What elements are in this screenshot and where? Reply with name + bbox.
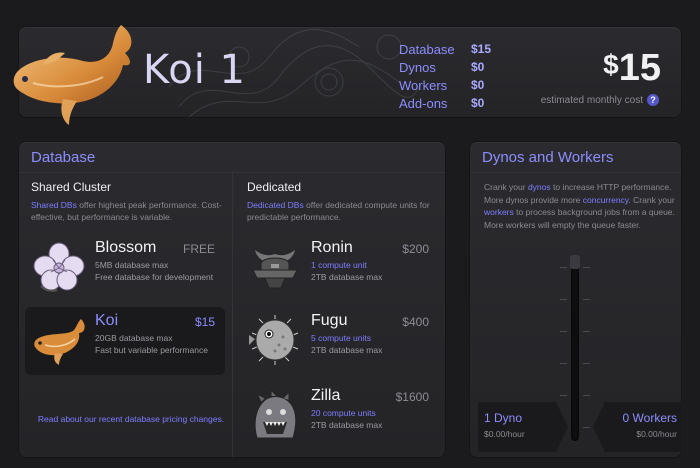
plan-zilla[interactable]: Zilla $1600 20 compute units 2TB databas… bbox=[241, 382, 439, 450]
app-name: Koi 1 bbox=[143, 47, 246, 93]
slider-tick bbox=[583, 331, 590, 332]
plan-detail: Free database for development bbox=[95, 272, 214, 282]
summary-row-workers: Workers $0 bbox=[399, 76, 491, 94]
worker-count-box[interactable]: 0 Workers $0.00/hour bbox=[605, 402, 677, 452]
summary-row-dynos: Dynos $0 bbox=[399, 58, 491, 76]
dyno-count: 1 Dyno bbox=[484, 411, 523, 425]
slider-tick bbox=[560, 331, 567, 332]
slider-tick bbox=[560, 299, 567, 300]
plan-detail: 2TB database max bbox=[311, 420, 383, 430]
plan-ronin[interactable]: Ronin $200 1 compute unit 2TB database m… bbox=[241, 234, 439, 302]
plan-detail: 2TB database max bbox=[311, 272, 383, 282]
summary-value: $0 bbox=[471, 96, 485, 110]
dyno-worker-slider[interactable] bbox=[570, 255, 580, 441]
summary-value: $15 bbox=[471, 42, 492, 56]
summary-label: Add-ons bbox=[399, 95, 448, 111]
slider-tick bbox=[560, 267, 567, 268]
slider-handle[interactable] bbox=[570, 255, 580, 269]
slider-tick bbox=[583, 395, 590, 396]
currency-symbol: $ bbox=[603, 49, 619, 80]
dynos-workers-panel: Dynos and Workers Crank your dynos to in… bbox=[469, 141, 683, 458]
pricing-changes-link[interactable]: Read about our recent database pricing c… bbox=[31, 414, 231, 425]
summary-value: $0 bbox=[471, 60, 485, 74]
shared-cluster-description: Shared DBs offer highest peak performanc… bbox=[31, 199, 223, 223]
dedicated-description: Dedicated DBs offer dedicated compute un… bbox=[247, 199, 439, 223]
plan-price: $400 bbox=[402, 315, 429, 329]
estimated-cost-caption: estimated monthly cost ? bbox=[541, 94, 659, 106]
estimated-label: estimated monthly cost bbox=[540, 94, 643, 106]
shared-dbs-link[interactable]: Shared DBs bbox=[31, 200, 77, 210]
slider-tick bbox=[583, 427, 590, 428]
dynos-link[interactable]: dynos bbox=[528, 182, 551, 192]
plan-name: Blossom bbox=[95, 239, 157, 256]
plan-detail: 20GB database max bbox=[95, 333, 173, 343]
koi-logo-icon bbox=[13, 25, 132, 125]
dyno-price: $0.00/hour bbox=[484, 429, 525, 439]
plan-name: Fugu bbox=[311, 312, 348, 329]
slider-tick bbox=[583, 267, 590, 268]
database-panel: Database Shared Cluster Shared DBs offer… bbox=[18, 141, 446, 458]
total-amount: 15 bbox=[618, 47, 661, 89]
plan-detail: 5MB database max bbox=[95, 260, 169, 270]
plan-price: $15 bbox=[194, 315, 215, 329]
dynos-panel-title: Dynos and Workers bbox=[482, 149, 614, 166]
plan-koi[interactable]: Koi $15 20GB database max Fast but varia… bbox=[25, 307, 225, 375]
slider-tick bbox=[560, 395, 567, 396]
column-divider bbox=[232, 173, 233, 457]
summary-label: Workers bbox=[399, 77, 448, 93]
plan-price: $1600 bbox=[395, 390, 429, 404]
app-header: Koi 1 Database $15 Dynos $0 Workers $0 A… bbox=[13, 25, 682, 125]
plan-detail: 1 compute unit bbox=[311, 260, 367, 270]
plan-detail: 5 compute units bbox=[311, 333, 372, 343]
shared-cluster-heading: Shared Cluster bbox=[31, 180, 112, 194]
dyno-count-box[interactable]: 1 Dyno $0.00/hour bbox=[478, 402, 558, 452]
plan-detail: 2TB database max bbox=[311, 345, 383, 355]
desc-text: . Crank your bbox=[628, 194, 675, 205]
plan-name: Koi bbox=[95, 312, 119, 329]
plan-blossom[interactable]: Blossom FREE 5MB database max Free datab… bbox=[25, 234, 225, 302]
blossom-icon bbox=[33, 242, 85, 292]
slider-tick bbox=[560, 363, 567, 364]
slider-tick bbox=[583, 363, 590, 364]
summary-row-database: Database $15 bbox=[399, 40, 491, 58]
cost-summary: Database $15 Dynos $0 Workers $0 Add-ons… bbox=[399, 40, 491, 112]
divider bbox=[470, 172, 681, 173]
dynos-description: Crank your dynos to increase HTTP perfor… bbox=[484, 181, 676, 231]
database-panel-title: Database bbox=[31, 149, 96, 166]
summary-value: $0 bbox=[471, 78, 485, 92]
slider-tick bbox=[583, 299, 590, 300]
summary-row-addons: Add-ons $0 bbox=[399, 94, 491, 112]
summary-label: Dynos bbox=[399, 59, 436, 75]
pufferfish-icon bbox=[249, 315, 299, 365]
plan-fugu[interactable]: Fugu $400 5 compute units 2TB database m… bbox=[241, 307, 439, 375]
worker-price: $0.00/hour bbox=[636, 429, 677, 439]
dedicated-heading: Dedicated bbox=[247, 180, 302, 194]
dedicated-dbs-link[interactable]: Dedicated DBs bbox=[247, 200, 304, 210]
concurrency-link[interactable]: concurrency bbox=[583, 195, 629, 205]
plan-detail: 20 compute units bbox=[311, 408, 376, 418]
plan-name: Ronin bbox=[311, 239, 353, 256]
koi-fish-icon bbox=[34, 319, 85, 365]
plan-name: Zilla bbox=[311, 387, 341, 404]
plan-price: FREE bbox=[182, 242, 215, 256]
workers-link[interactable]: workers bbox=[484, 207, 514, 217]
plan-price: $200 bbox=[402, 242, 429, 256]
total-monthly-cost: $15 bbox=[603, 47, 661, 90]
help-icon[interactable]: ? bbox=[647, 94, 659, 106]
samurai-helmet-icon bbox=[252, 250, 298, 289]
desc-text: Crank your bbox=[484, 182, 528, 192]
plan-detail: Fast but variable performance bbox=[95, 345, 208, 355]
summary-label: Database bbox=[399, 41, 455, 57]
worker-count: 0 Workers bbox=[622, 411, 677, 425]
monster-icon bbox=[254, 388, 297, 439]
